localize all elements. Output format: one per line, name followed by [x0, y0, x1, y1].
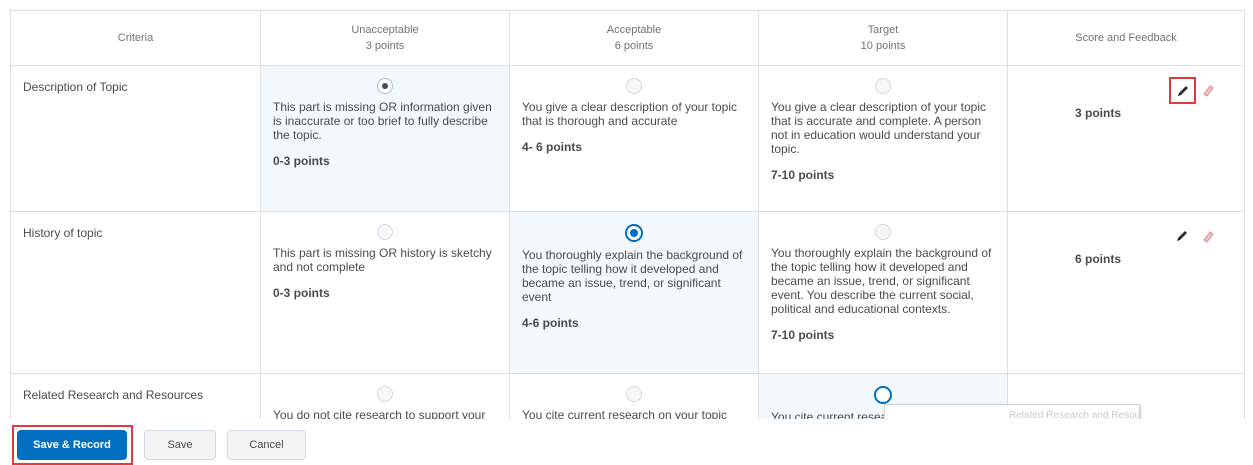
level-radio-focused[interactable]: [874, 386, 892, 404]
level-points-range: 4-6 points: [522, 316, 579, 330]
level-name: Target: [867, 24, 899, 36]
level-description: You thoroughly explain the background of…: [522, 248, 743, 304]
rubric-header-row: Criteria Unacceptable 3 points Acceptabl…: [10, 10, 1245, 66]
eraser-icon: [1203, 231, 1214, 243]
level-points-range: 0-3 points: [273, 286, 330, 300]
level-description: You give a clear description of your top…: [522, 100, 738, 128]
save-button[interactable]: Save: [144, 430, 216, 460]
score-value: 6 points: [1074, 252, 1121, 266]
action-footer: Save & Record Save Cancel: [0, 419, 1253, 465]
level-radio[interactable]: [626, 386, 642, 402]
clear-score-button[interactable]: [1198, 80, 1218, 100]
level-cell-target[interactable]: You thoroughly explain the background of…: [758, 211, 1008, 374]
level-points: 3 points: [365, 40, 405, 52]
level-header-target: Target 10 points: [758, 10, 1008, 66]
level-cell-unacceptable[interactable]: This part is missing OR information give…: [260, 65, 510, 212]
level-radio-selected[interactable]: [377, 78, 393, 94]
level-cell-unacceptable[interactable]: This part is missing OR history is sketc…: [260, 211, 510, 374]
edit-score-button[interactable]: [1169, 77, 1196, 104]
clear-score-button[interactable]: [1198, 226, 1218, 246]
level-cell-acceptable[interactable]: You give a clear description of your top…: [509, 65, 759, 212]
level-points: 10 points: [860, 40, 906, 52]
level-cell-target[interactable]: You give a clear description of your top…: [758, 65, 1008, 212]
level-points-range: 4- 6 points: [522, 140, 583, 154]
level-radio[interactable]: [875, 224, 891, 240]
score-cell: 3 points: [1007, 65, 1245, 212]
level-description: This part is missing OR history is sketc…: [273, 246, 492, 274]
criterion-label: Description of Topic: [10, 65, 261, 212]
level-cell-acceptable[interactable]: You thoroughly explain the background of…: [509, 211, 759, 374]
pencil-icon: [1177, 85, 1188, 96]
eraser-icon: [1203, 85, 1214, 97]
rubric-row: History of topic This part is missing OR…: [10, 211, 1245, 374]
rubric-row: Description of Topic This part is missin…: [10, 65, 1245, 212]
score-cell: 6 points: [1007, 211, 1245, 374]
level-description: You thoroughly explain the background of…: [771, 246, 992, 316]
level-radio-selected[interactable]: [625, 224, 643, 242]
level-radio[interactable]: [377, 386, 393, 402]
criterion-label: History of topic: [10, 211, 261, 374]
score-feedback-header: Score and Feedback: [1007, 10, 1245, 66]
cancel-button[interactable]: Cancel: [227, 430, 306, 460]
rubric-table: Criteria Unacceptable 3 points Acceptabl…: [10, 10, 1245, 454]
pencil-icon: [1177, 231, 1187, 241]
save-and-record-button[interactable]: Save & Record: [17, 430, 127, 460]
level-description: You give a clear description of your top…: [771, 100, 987, 156]
level-points-range: 0-3 points: [273, 154, 330, 168]
level-radio[interactable]: [626, 78, 642, 94]
level-radio[interactable]: [377, 224, 393, 240]
level-name: Acceptable: [606, 24, 662, 36]
level-points: 6 points: [614, 40, 654, 52]
score-value: 3 points: [1074, 106, 1121, 120]
level-description: This part is missing OR information give…: [273, 100, 492, 142]
level-name: Unacceptable: [351, 24, 419, 36]
level-points-range: 7-10 points: [771, 328, 835, 342]
level-radio[interactable]: [875, 78, 891, 94]
criteria-header: Criteria: [10, 10, 261, 66]
edit-score-button[interactable]: [1172, 226, 1192, 246]
level-header-acceptable: Acceptable 6 points: [509, 10, 759, 66]
level-header-unacceptable: Unacceptable 3 points: [260, 10, 510, 66]
level-points-range: 7-10 points: [771, 168, 835, 182]
